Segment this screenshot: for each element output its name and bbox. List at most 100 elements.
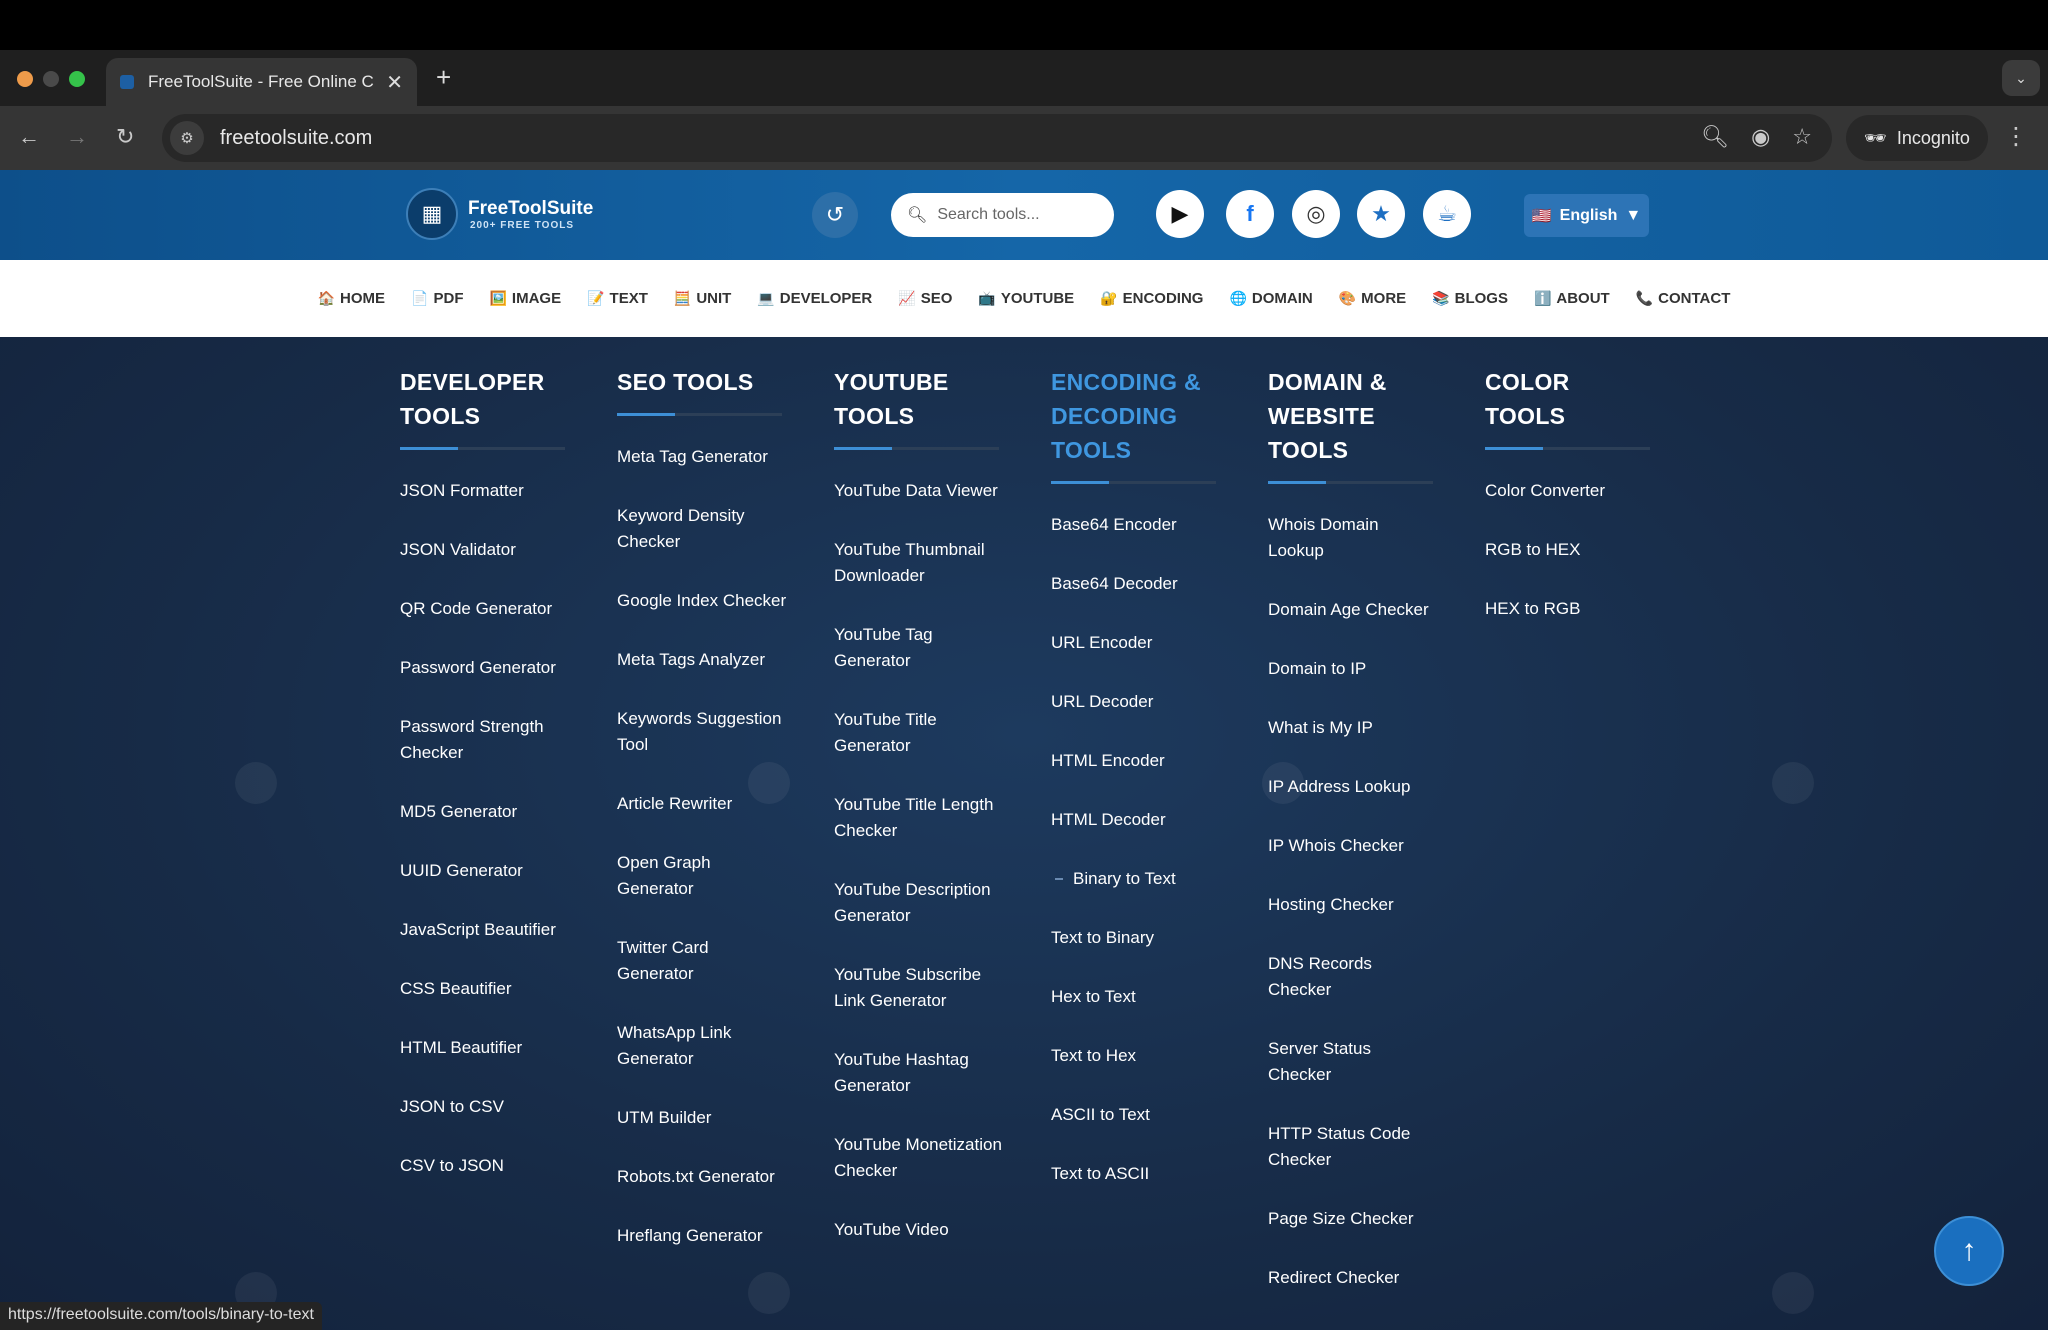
menu-link[interactable]: IP Address Lookup [1268, 774, 1438, 800]
menu-link[interactable]: Meta Tags Analyzer [617, 647, 787, 673]
menu-link[interactable]: Password Strength Checker [400, 714, 570, 766]
search-input[interactable]: 🔍︎ Search tools... [891, 193, 1114, 237]
nav-item-home[interactable]: 🏠HOME [318, 290, 385, 307]
address-bar[interactable]: ⚙ freetoolsuite.com 🔍︎ ◉ ☆ [162, 114, 1832, 162]
menu-link[interactable]: URL Decoder [1051, 689, 1221, 715]
menu-link[interactable]: JSON Formatter [400, 478, 570, 504]
menu-link[interactable]: Google Index Checker [617, 588, 787, 614]
menu-link[interactable]: Keywords Suggestion Tool [617, 706, 787, 758]
site-settings-icon[interactable]: ⚙ [170, 121, 204, 155]
menu-link[interactable]: YouTube Tag Generator [834, 622, 1004, 674]
menu-link[interactable]: CSV to JSON [400, 1153, 570, 1179]
bookmark-star-icon[interactable]: ☆ [1792, 124, 1812, 150]
browser-menu-icon[interactable]: ⋮ [2004, 122, 2028, 151]
menu-link[interactable]: UUID Generator [400, 858, 570, 884]
menu-link[interactable]: Article Rewriter [617, 791, 787, 817]
menu-link[interactable]: YouTube Subscribe Link Generator [834, 962, 1004, 1014]
close-tab-icon[interactable]: ✕ [386, 70, 403, 95]
scroll-to-top-button[interactable]: ↑ [1934, 1216, 2004, 1286]
site-logo[interactable]: ▦ FreeToolSuite 200+ FREE TOOLS [406, 188, 593, 240]
menu-link[interactable]: YouTube Monetization Checker [834, 1132, 1004, 1184]
browser-tab-active[interactable]: FreeToolSuite - Free Online C ✕ [106, 58, 417, 106]
menu-link[interactable]: Text to Binary [1051, 925, 1221, 951]
menu-link[interactable]: HTML Decoder [1051, 807, 1221, 833]
menu-link[interactable]: YouTube Data Viewer [834, 478, 1004, 504]
maximize-window-button[interactable] [69, 71, 85, 87]
menu-link[interactable]: Text to ASCII [1051, 1161, 1221, 1187]
menu-link[interactable]: Binary to Text [1051, 866, 1221, 892]
menu-link[interactable]: YouTube Title Length Checker [834, 792, 1004, 844]
tab-search-chevron-icon[interactable]: ⌄ [2002, 60, 2040, 96]
menu-link[interactable]: YouTube Description Generator [834, 877, 1004, 929]
menu-link[interactable]: CSS Beautifier [400, 976, 570, 1002]
nav-item-pdf[interactable]: 📄PDF [411, 290, 463, 307]
menu-link[interactable]: UTM Builder [617, 1105, 787, 1131]
menu-link[interactable]: JSON Validator [400, 537, 570, 563]
menu-link[interactable]: HEX to RGB [1485, 596, 1655, 622]
nav-item-developer[interactable]: 💻DEVELOPER [757, 290, 872, 307]
instagram-icon[interactable]: ◎ [1292, 190, 1340, 238]
menu-link[interactable]: Text to Hex [1051, 1043, 1221, 1069]
menu-link[interactable]: YouTube Thumbnail Downloader [834, 537, 1004, 589]
nav-item-image[interactable]: 🖼️IMAGE [489, 290, 561, 307]
minimize-window-button[interactable] [43, 71, 59, 87]
language-select[interactable]: 🇺🇸 English ▼ [1524, 194, 1649, 237]
nav-item-more[interactable]: 🎨MORE [1339, 290, 1406, 307]
history-icon[interactable]: ↺ [812, 192, 858, 238]
menu-link[interactable]: MD5 Generator [400, 799, 570, 825]
menu-link[interactable]: URL Encoder [1051, 630, 1221, 656]
reload-icon[interactable]: ↻ [116, 124, 134, 150]
menu-link[interactable]: Server Status Checker [1268, 1036, 1438, 1088]
back-arrow-icon[interactable]: ← [18, 124, 40, 150]
facebook-icon[interactable]: f [1226, 190, 1274, 238]
menu-link[interactable]: What is My IP [1268, 715, 1438, 741]
menu-link[interactable]: DNS Records Checker [1268, 951, 1438, 1003]
close-window-button[interactable] [17, 71, 33, 87]
menu-link[interactable]: IP Whois Checker [1268, 833, 1438, 859]
address-url[interactable]: freetoolsuite.com [220, 127, 372, 150]
nav-item-unit[interactable]: 🧮UNIT [674, 290, 731, 307]
menu-link[interactable]: WhatsApp Link Generator [617, 1020, 787, 1072]
menu-link[interactable]: HTML Encoder [1051, 748, 1221, 774]
menu-link[interactable]: Domain Age Checker [1268, 597, 1438, 623]
menu-link[interactable]: Domain to IP [1268, 656, 1438, 682]
menu-link[interactable]: Base64 Decoder [1051, 571, 1221, 597]
nav-item-blogs[interactable]: 📚BLOGS [1432, 290, 1508, 307]
nav-item-encoding[interactable]: 🔐ENCODING [1100, 290, 1203, 307]
menu-link[interactable]: Robots.txt Generator [617, 1164, 787, 1190]
menu-link[interactable]: Base64 Encoder [1051, 512, 1221, 538]
menu-link[interactable]: HTTP Status Code Checker [1268, 1121, 1438, 1173]
incognito-indicator[interactable]: 🕶︎ Incognito [1846, 115, 1988, 161]
new-tab-button[interactable]: + [436, 62, 451, 93]
menu-link[interactable]: Meta Tag Generator [617, 444, 787, 470]
menu-link[interactable]: Redirect Checker [1268, 1265, 1438, 1291]
youtube-icon[interactable]: ▶ [1156, 190, 1204, 238]
coffee-cup-icon[interactable]: ☕︎ [1423, 190, 1471, 238]
menu-link[interactable]: Color Converter [1485, 478, 1655, 504]
menu-link[interactable]: YouTube Hashtag Generator [834, 1047, 1004, 1099]
menu-link[interactable]: Open Graph Generator [617, 850, 787, 902]
nav-item-seo[interactable]: 📈SEO [898, 290, 952, 307]
nav-item-youtube[interactable]: 📺YOUTUBE [978, 290, 1074, 307]
menu-link[interactable]: YouTube Video [834, 1217, 1004, 1243]
nav-item-contact[interactable]: 📞CONTACT [1636, 290, 1731, 307]
menu-link[interactable]: Hex to Text [1051, 984, 1221, 1010]
menu-link[interactable]: Keyword Density Checker [617, 503, 787, 555]
menu-link[interactable]: JavaScript Beautifier [400, 917, 570, 943]
menu-link[interactable]: YouTube Title Generator [834, 707, 1004, 759]
menu-link[interactable]: JSON to CSV [400, 1094, 570, 1120]
favorites-star-icon[interactable]: ★ [1357, 190, 1405, 238]
menu-link[interactable]: Whois Domain Lookup [1268, 512, 1438, 564]
menu-link[interactable]: QR Code Generator [400, 596, 570, 622]
zoom-icon[interactable]: 🔍︎ [1701, 124, 1729, 150]
nav-item-domain[interactable]: 🌐DOMAIN [1229, 290, 1312, 307]
menu-link[interactable]: Hosting Checker [1268, 892, 1438, 918]
menu-link[interactable]: Page Size Checker [1268, 1206, 1438, 1232]
menu-link[interactable]: ASCII to Text [1051, 1102, 1221, 1128]
nav-item-text[interactable]: 📝TEXT [587, 290, 648, 307]
menu-link[interactable]: Password Generator [400, 655, 570, 681]
forward-arrow-icon[interactable]: → [66, 124, 88, 150]
menu-link[interactable]: HTML Beautifier [400, 1035, 570, 1061]
menu-link[interactable]: Twitter Card Generator [617, 935, 787, 987]
nav-item-about[interactable]: ℹ️ABOUT [1534, 290, 1610, 307]
